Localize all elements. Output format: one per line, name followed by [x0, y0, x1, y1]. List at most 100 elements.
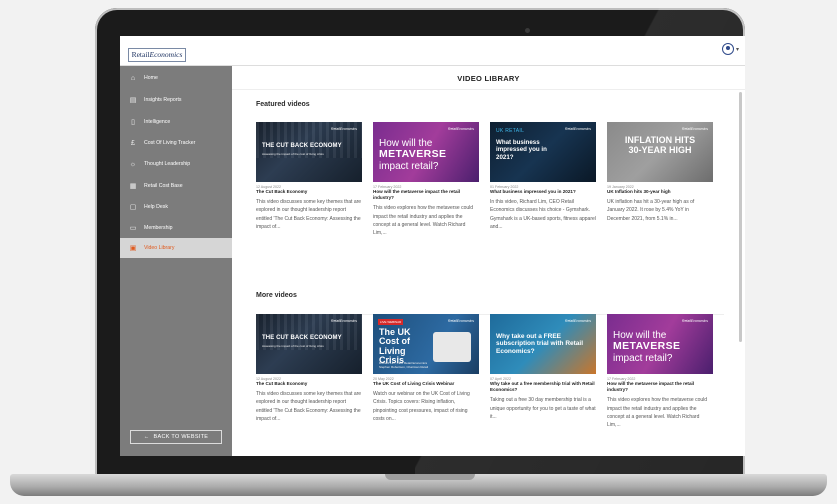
- live-webinar-badge: LIVE WEBINAR: [378, 319, 404, 325]
- sidebar-item-cost-of-living-tracker[interactable]: £ Cost Of Living Tracker: [120, 133, 232, 153]
- featured-videos-heading: Featured videos: [256, 101, 310, 108]
- video-icon: ▣: [129, 245, 137, 252]
- video-title[interactable]: UK Inflation hits 30-year high: [607, 189, 713, 195]
- page-title: VIDEO LIBRARY: [457, 74, 520, 83]
- brand-watermark: RetailEconomics: [447, 127, 474, 131]
- video-description: This video discusses some key themes tha…: [256, 391, 362, 422]
- video-description: In this video, Richard Lim, CEO Retail E…: [490, 199, 596, 230]
- thumbnail-title: What business impressed you in 2021?: [496, 139, 547, 161]
- laptop-base: [10, 474, 827, 496]
- thumbnail-title: THE CUT BACK ECONOMY: [262, 335, 342, 341]
- logo-text-retail: Retail: [131, 50, 150, 59]
- thumbnail-title: Why take out a FREE subscription trial w…: [496, 333, 584, 355]
- thumbnail-line: impact retail?: [379, 160, 439, 172]
- video-thumbnail[interactable]: RetailEconomics How will the METAVERSE imp…: [607, 314, 713, 374]
- video-title[interactable]: The Cut Back Economy: [256, 381, 362, 387]
- divider: [232, 89, 745, 90]
- sidebar-item-label: Home: [144, 75, 158, 81]
- video-thumbnail[interactable]: RetailEconomics THE CUT BACK ECONOMY Ass…: [256, 314, 362, 374]
- retail-economics-logo[interactable]: RetailEconomics: [128, 48, 186, 62]
- video-description: Taking out a free 30 day membership tria…: [490, 397, 596, 420]
- thumbnail-title: INFLATION HITS 30-YEAR HIGH: [607, 135, 713, 156]
- video-card[interactable]: RetailEconomics INFLATION HITS 30-YEAR HI…: [607, 122, 713, 223]
- sidebar-item-retail-cost-base[interactable]: ▦ Retail Cost Base: [120, 176, 232, 196]
- laptop-notch: [385, 474, 475, 480]
- sidebar-item-label: Intelligence: [144, 119, 171, 125]
- video-description: Watch our webinar on the UK Cost of Livi…: [373, 391, 470, 422]
- video-thumbnail[interactable]: RetailEconomics THE CUT BACK ECONOMY Ass…: [256, 122, 362, 182]
- video-description: This video discusses some key themes tha…: [256, 199, 362, 230]
- sidebar: ⌂ Home ▤ Insights Reports ▯ Intelligence £ C…: [120, 66, 232, 456]
- video-thumbnail[interactable]: RetailEconomics Why take out a FREE subs…: [490, 314, 596, 374]
- thumbnail-line: impact retail?: [613, 352, 673, 364]
- thumbnail-title: How will the METAVERSE impact retail?: [613, 330, 680, 364]
- lightbulb-icon: ☼: [129, 160, 137, 168]
- video-title[interactable]: What business impressed you in 2021?: [490, 189, 596, 195]
- brand-watermark: RetailEconomics: [564, 127, 591, 131]
- main-content: VIDEO LIBRARY Featured videos RetailEcon…: [232, 66, 745, 456]
- video-title[interactable]: How will the metaverse impact the retail…: [607, 381, 713, 393]
- pound-icon: £: [131, 139, 135, 147]
- help-icon: ▢: [129, 204, 137, 211]
- back-to-website-label: BACK TO WEBSITE: [153, 434, 209, 440]
- top-bar: RetailEconomics ▾: [120, 36, 745, 66]
- home-icon: ⌂: [130, 74, 136, 82]
- video-card[interactable]: RetailEconomics THE CUT BACK ECONOMY Ass…: [256, 122, 362, 231]
- video-card[interactable]: LIVE WEBINAR RetailEconomics The UK Cost…: [373, 314, 479, 423]
- file-icon: ▯: [131, 119, 135, 126]
- video-card[interactable]: RetailEconomics THE CUT BACK ECONOMY Ass…: [256, 314, 362, 423]
- document-icon: ▤: [129, 97, 137, 104]
- video-thumbnail[interactable]: RetailEconomics How will the METAVERSE imp…: [373, 122, 479, 182]
- sidebar-item-label: Membership: [144, 225, 173, 231]
- sidebar-item-video-library[interactable]: ▣ Video Library: [120, 238, 232, 258]
- thumbnail-subtitle: Assessing the impact of the cost of livi…: [262, 152, 324, 156]
- thumbnail-line: INFLATION HITS: [624, 135, 696, 145]
- video-thumbnail[interactable]: RetailEconomics INFLATION HITS 30-YEAR HI…: [607, 122, 713, 182]
- video-thumbnail[interactable]: LIVE WEBINAR RetailEconomics The UK Cost…: [373, 314, 479, 374]
- sidebar-item-insights-reports[interactable]: ▤ Insights Reports: [120, 90, 232, 110]
- thumbnail-kicker: UK RETAIL: [496, 128, 525, 134]
- video-card[interactable]: RetailEconomics How will the METAVERSE imp…: [373, 122, 479, 237]
- sidebar-item-label: Help Desk: [144, 204, 168, 210]
- brand-watermark: RetailEconomics: [447, 319, 474, 323]
- logo-text-economics: Economics: [149, 50, 183, 59]
- sidebar-item-label: Cost Of Living Tracker: [144, 140, 196, 146]
- video-description: This video explores how the metaverse co…: [607, 397, 708, 429]
- sidebar-item-label: Retail Cost Base: [144, 183, 183, 189]
- sidebar-item-home[interactable]: ⌂ Home: [120, 68, 232, 88]
- thumbnail-title: THE CUT BACK ECONOMY: [262, 143, 342, 149]
- sidebar-item-membership[interactable]: ▭ Membership: [120, 218, 232, 238]
- sidebar-item-label: Thought Leadership: [144, 161, 191, 167]
- user-menu-button[interactable]: ▾: [721, 43, 739, 55]
- calculator-icon: ▦: [129, 183, 137, 190]
- thumbnail-subtitle: Assessing the impact of the cost of livi…: [262, 344, 324, 348]
- sidebar-item-thought-leadership[interactable]: ☼ Thought Leadership: [120, 154, 232, 174]
- brand-watermark: RetailEconomics: [681, 127, 708, 131]
- scrollbar[interactable]: [739, 92, 742, 342]
- screen: RetailEconomics ▾ ⌂ Home ▤ Insights Report…: [120, 36, 745, 456]
- sidebar-item-label: Insights Reports: [144, 97, 182, 103]
- video-thumbnail[interactable]: RetailEconomics UK RETAIL What business …: [490, 122, 596, 182]
- video-card[interactable]: RetailEconomics Why take out a FREE subs…: [490, 314, 596, 421]
- brand-watermark: RetailEconomics: [330, 319, 357, 323]
- thumbnail-subtitle: Richard Lim, CEO Retail Economics Stephe…: [379, 361, 429, 369]
- thumbnail-title: How will the METAVERSE impact retail?: [379, 138, 446, 172]
- video-card[interactable]: RetailEconomics UK RETAIL What business …: [490, 122, 596, 231]
- sidebar-item-intelligence[interactable]: ▯ Intelligence: [120, 112, 232, 132]
- video-title[interactable]: How will the metaverse impact the retail…: [373, 189, 479, 201]
- webcam: [525, 28, 530, 33]
- house-image: [433, 332, 471, 362]
- more-videos-heading: More videos: [256, 292, 297, 299]
- back-to-website-button[interactable]: ← BACK TO WEBSITE: [130, 430, 222, 444]
- video-description: UK inflation has hit a 30-year high as o…: [607, 199, 695, 222]
- arrow-left-icon: ←: [143, 434, 150, 440]
- video-description: This video explores how the metaverse co…: [373, 205, 474, 237]
- video-title[interactable]: Why take out a free membership trial wit…: [490, 381, 596, 393]
- thumbnail-line: 30-YEAR HIGH: [628, 144, 692, 155]
- sidebar-item-help-desk[interactable]: ▢ Help Desk: [120, 197, 232, 217]
- video-card[interactable]: RetailEconomics How will the METAVERSE imp…: [607, 314, 713, 429]
- brand-watermark: RetailEconomics: [564, 319, 591, 323]
- video-title[interactable]: The UK Cost of Living Crisis Webinar: [373, 381, 479, 387]
- video-title[interactable]: The Cut Back Economy: [256, 189, 362, 195]
- sidebar-item-label: Video Library: [144, 245, 175, 251]
